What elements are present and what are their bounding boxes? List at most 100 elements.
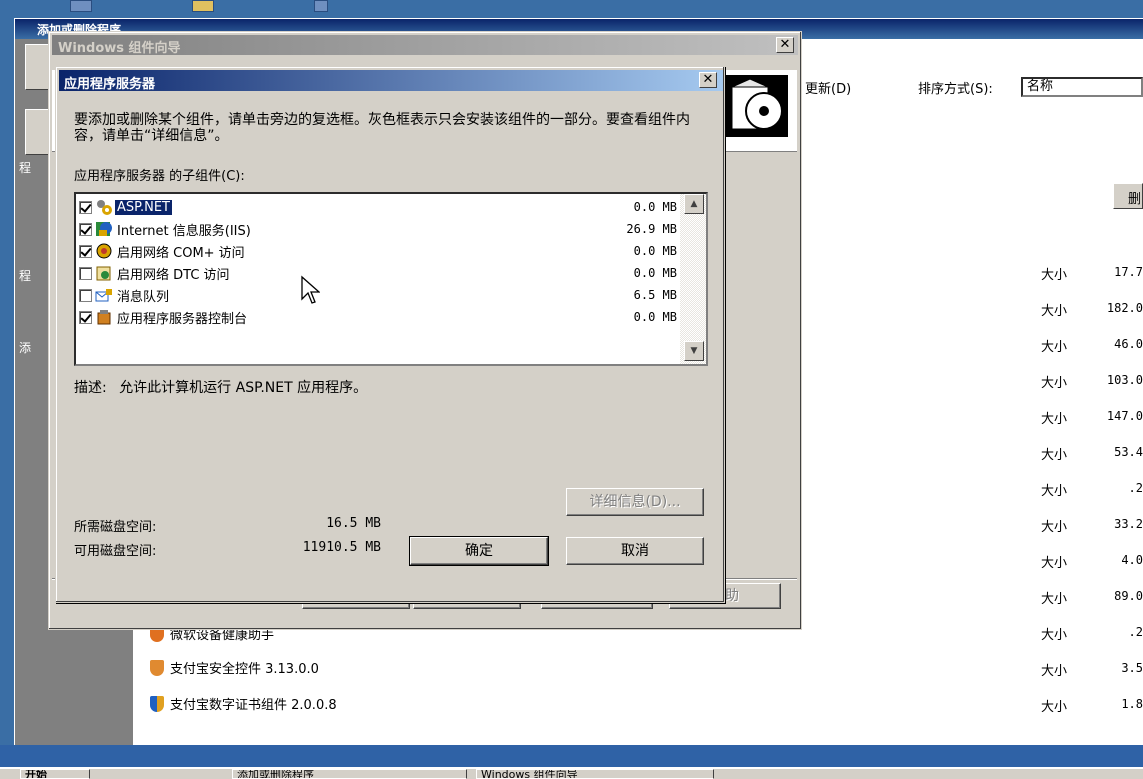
wizard-cd-icon <box>726 75 788 137</box>
component-size: 0.0 MB <box>633 200 677 214</box>
dialog-titlebar: 应用程序服务器 <box>59 70 723 92</box>
component-label: ASP.NET <box>115 199 172 215</box>
change-remove-programs-button[interactable] <box>25 44 49 90</box>
size-value: 46.0 <box>1114 337 1143 351</box>
application-server-dialog: 应用程序服务器 ✕ 要添加或删除某个组件，请单击旁边的复选框。灰色框表示只会安装… <box>55 66 725 603</box>
cancel-button[interactable]: 取消 <box>566 537 704 565</box>
size-value: 33.2 <box>1114 517 1143 531</box>
remove-button[interactable]: 删 <box>1113 183 1143 209</box>
component-row-dtc[interactable]: 启用网络 DTC 访问 0.0 MB <box>79 262 681 284</box>
program-name: 支付宝数字证书组件 2.0.0.8 <box>170 698 337 713</box>
size-label: 大小 <box>1041 376 1068 391</box>
scroll-down-icon[interactable]: ▼ <box>684 341 704 361</box>
program-name: 支付宝安全控件 3.13.0.0 <box>170 662 319 677</box>
add-new-programs-button[interactable] <box>25 109 49 155</box>
component-checkbox[interactable] <box>79 222 92 236</box>
available-space-label: 可用磁盘空间: <box>74 544 157 559</box>
size-value: .2 <box>1128 481 1143 495</box>
component-size: 26.9 MB <box>626 222 677 236</box>
required-space-value: 16.5 MB <box>326 516 381 531</box>
taskbar-item[interactable]: Windows 组件向导 <box>476 769 714 779</box>
size-value: .2 <box>1128 625 1143 639</box>
console-icon <box>95 308 113 326</box>
list-scrollbar[interactable]: ▲ ▼ <box>680 194 706 364</box>
component-size: 0.0 MB <box>633 244 677 258</box>
desktop-icon[interactable] <box>70 0 92 12</box>
size-label: 大小 <box>1041 484 1068 499</box>
alipay-cert-icon <box>150 695 164 712</box>
component-checkbox[interactable] <box>79 310 92 324</box>
sort-label: 排序方式(S): <box>918 82 993 97</box>
available-space-value: 11910.5 MB <box>302 540 381 555</box>
size-value: 53.4 <box>1114 445 1143 459</box>
size-value: 182.0 <box>1106 301 1143 315</box>
size-label: 大小 <box>1041 628 1068 643</box>
size-label: 大小 <box>1041 556 1068 571</box>
globe-icon <box>95 220 113 238</box>
component-row-msmq[interactable]: 消息队列 6.5 MB <box>79 284 681 306</box>
wizard-title: Windows 组件向导 <box>58 41 181 56</box>
required-space-label: 所需磁盘空间: <box>74 520 157 535</box>
component-checkbox[interactable] <box>79 288 92 302</box>
mouse-cursor-icon <box>300 275 321 309</box>
wizard-close-button[interactable]: ✕ <box>776 37 794 53</box>
left-panel-text: 程 <box>19 161 32 175</box>
size-label: 大小 <box>1041 700 1068 715</box>
size-label: 大小 <box>1041 520 1068 535</box>
component-row-console[interactable]: 应用程序服务器控制台 0.0 MB <box>79 306 681 328</box>
taskbar-item[interactable]: 添加或删除程序 <box>232 769 467 779</box>
network-com-icon <box>95 242 113 260</box>
component-size: 6.5 MB <box>633 288 677 302</box>
size-label: 大小 <box>1041 664 1068 679</box>
folder-icon[interactable] <box>192 0 214 12</box>
left-panel-text: 程 <box>19 269 32 283</box>
dialog-close-button[interactable]: ✕ <box>699 72 717 88</box>
size-value: 17.7 <box>1114 265 1143 279</box>
dialog-instruction: 要添加或删除某个组件，请单击旁边的复选框。灰色框表示只会安装该组件的一部分。要查… <box>74 112 690 144</box>
description-text: 允许此计算机运行 ASP.NET 应用程序。 <box>119 380 368 396</box>
network-dtc-icon <box>95 264 113 282</box>
taskbar-strip <box>0 745 1143 767</box>
details-button[interactable]: 详细信息(D)... <box>566 488 704 516</box>
size-label: 大小 <box>1041 268 1068 283</box>
mail-queue-icon <box>95 286 113 304</box>
description-label: 描述: <box>74 380 107 396</box>
size-value: 4.0 <box>1121 553 1143 567</box>
program-row[interactable]: 支付宝安全控件 3.13.0.0 <box>150 658 319 677</box>
subcomponent-list[interactable]: ASP.NET 0.0 MB Internet 信息服务(IIS) 26.9 M… <box>74 192 708 366</box>
size-value: 1.8 <box>1121 697 1143 711</box>
sort-select[interactable]: 名称 <box>1021 77 1143 97</box>
size-value: 103.0 <box>1106 373 1143 387</box>
start-button[interactable]: 开始 <box>20 769 90 779</box>
size-label: 大小 <box>1041 412 1068 427</box>
program-row[interactable]: 支付宝数字证书组件 2.0.0.8 <box>150 694 337 713</box>
scroll-up-icon[interactable]: ▲ <box>684 194 704 214</box>
component-row-aspnet[interactable]: ASP.NET 0.0 MB <box>79 196 681 218</box>
size-label: 大小 <box>1041 448 1068 463</box>
description: 描述: 允许此计算机运行 ASP.NET 应用程序。 <box>74 377 367 397</box>
wizard-titlebar: Windows 组件向导 <box>52 35 798 56</box>
subcomponents-label: 应用程序服务器 的子组件(C): <box>74 169 245 184</box>
component-label: Internet 信息服务(IIS) <box>117 223 251 239</box>
size-value: 147.0 <box>1106 409 1143 423</box>
size-label: 大小 <box>1041 592 1068 607</box>
component-row-com[interactable]: 启用网络 COM+ 访问 0.0 MB <box>79 240 681 262</box>
alipay-shield-icon <box>150 659 164 676</box>
size-label: 大小 <box>1041 304 1068 319</box>
component-label: 应用程序服务器控制台 <box>117 311 248 327</box>
size-label: 大小 <box>1041 340 1068 355</box>
component-label: 启用网络 COM+ 访问 <box>117 245 245 261</box>
ok-button[interactable]: 确定 <box>409 536 549 566</box>
component-checkbox[interactable] <box>79 200 92 214</box>
component-size: 0.0 MB <box>633 310 677 324</box>
component-checkbox[interactable] <box>79 244 92 258</box>
component-size: 0.0 MB <box>633 266 677 280</box>
component-label: 消息队列 <box>117 289 170 305</box>
size-value: 3.5 <box>1121 661 1143 675</box>
component-checkbox[interactable] <box>79 266 92 280</box>
component-row-iis[interactable]: Internet 信息服务(IIS) 26.9 MB <box>79 218 681 240</box>
desktop <box>0 0 1143 18</box>
size-value: 89.0 <box>1114 589 1143 603</box>
left-panel-text: 添 <box>19 341 32 355</box>
computer-icon[interactable] <box>314 0 328 12</box>
